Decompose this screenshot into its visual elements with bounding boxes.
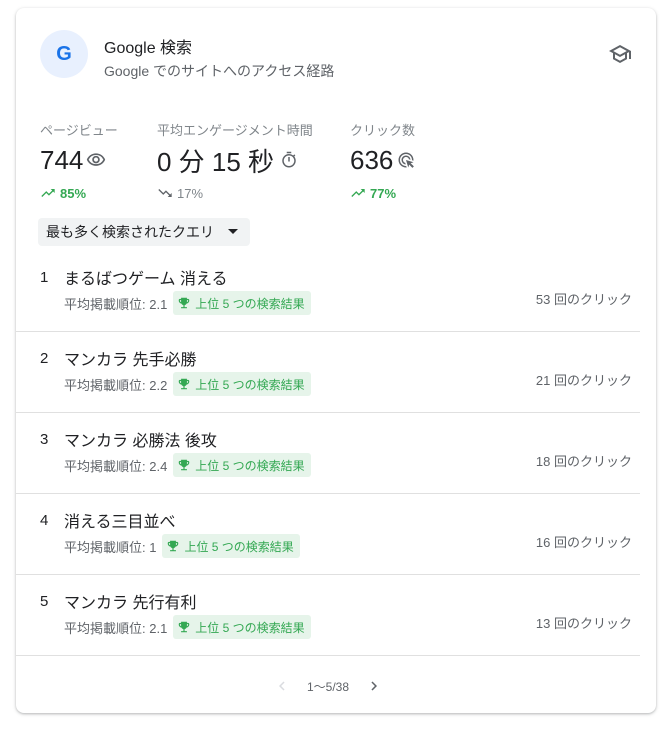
- trending-up-icon: [351, 189, 365, 197]
- top-results-badge: 上位 5 つの検索結果: [173, 372, 311, 396]
- top-results-badge: 上位 5 つの検索結果: [173, 291, 311, 315]
- metric-label: 平均エンゲージメント時間: [157, 123, 313, 138]
- top-results-badge: 上位 5 つの検索結果: [173, 453, 311, 477]
- metric-delta: 77%: [350, 185, 415, 201]
- metric-delta-value: 17%: [177, 185, 204, 201]
- list-item[interactable]: 5 マンカラ 先行有利 平均掲載順位: 2.1 上位 5 つの検索結果 13 回…: [16, 575, 640, 656]
- average-position: 平均掲載順位: 2.1: [64, 620, 168, 636]
- trending-up-icon: [41, 189, 55, 197]
- trophy-icon: [179, 378, 190, 390]
- query-position: 平均掲載順位: 2.2 上位 5 つの検索結果: [64, 372, 311, 396]
- metric-value-wrap: 0 分 15 秒: [157, 145, 313, 177]
- metric-pageviews: ページビュー 744 85%: [40, 120, 118, 201]
- query-sort-dropdown[interactable]: 最も多く検索されたクエリ: [38, 218, 250, 246]
- list-item[interactable]: 1 まるばつゲーム 消える 平均掲載順位: 2.1 上位 5 つの検索結果 53…: [16, 251, 640, 332]
- google-logo: G: [40, 30, 88, 78]
- chevron-right-icon: [371, 681, 378, 691]
- query-position: 平均掲載順位: 2.1 上位 5 つの検索結果: [64, 615, 311, 639]
- next-page-button[interactable]: [365, 677, 383, 695]
- metric-delta: 17%: [157, 185, 313, 201]
- query-clicks: 21 回のクリック: [535, 373, 632, 388]
- query-text: 消える三目並べ: [64, 514, 176, 531]
- query-list: 1 まるばつゲーム 消える 平均掲載順位: 2.1 上位 5 つの検索結果 53…: [16, 251, 640, 656]
- card-header: G Google 検索 Google でのサイトへのアクセス経路: [40, 30, 632, 80]
- query-text: マンカラ 先行有利: [64, 595, 197, 612]
- top-results-badge: 上位 5 つの検索結果: [162, 534, 300, 558]
- google-search-card: G Google 検索 Google でのサイトへのアクセス経路 ページビュー …: [16, 8, 656, 713]
- average-position: 平均掲載順位: 2.2: [64, 377, 168, 393]
- badge-label: 上位 5 つの検索結果: [195, 620, 305, 635]
- top-results-badge: 上位 5 つの検索結果: [173, 615, 311, 639]
- metric-delta-value: 77%: [370, 185, 397, 201]
- pagination-label: 1〜5/38: [306, 679, 350, 694]
- card-title: Google 検索: [104, 40, 193, 57]
- metric-engagement-time: 平均エンゲージメント時間 0 分 15 秒 17%: [157, 120, 313, 201]
- average-position: 平均掲載順位: 1: [64, 539, 157, 555]
- timer-icon: [282, 151, 296, 168]
- query-clicks: 18 回のクリック: [535, 454, 632, 469]
- metrics-row: ページビュー 744 85% 平均エンゲージメント時間 0 分 15 秒 17%…: [40, 120, 460, 202]
- query-position: 平均掲載順位: 2.4 上位 5 つの検索結果: [64, 453, 311, 477]
- pagination: 1〜5/38: [16, 672, 640, 700]
- query-rank: 3: [40, 431, 49, 448]
- query-clicks: 13 回のクリック: [535, 616, 632, 631]
- list-item[interactable]: 3 マンカラ 必勝法 後攻 平均掲載順位: 2.4 上位 5 つの検索結果 18…: [16, 413, 640, 494]
- metric-label: クリック数: [350, 123, 416, 138]
- previous-page-button[interactable]: [273, 677, 291, 695]
- chevron-left-icon: [278, 681, 285, 691]
- average-position: 平均掲載順位: 2.1: [64, 296, 168, 312]
- caret-down-icon: [228, 229, 238, 234]
- trophy-icon: [179, 459, 190, 471]
- metric-value: 0 分 15 秒: [157, 146, 275, 177]
- query-text: まるばつゲーム 消える: [64, 271, 228, 288]
- metric-value-wrap: 744: [40, 145, 118, 175]
- metric-delta: 85%: [40, 185, 118, 201]
- query-text: マンカラ 先手必勝: [64, 352, 197, 369]
- eye-icon: [87, 153, 106, 166]
- school-icon[interactable]: [608, 42, 632, 66]
- trending-down-icon: [158, 189, 172, 197]
- query-position: 平均掲載順位: 2.1 上位 5 つの検索結果: [64, 291, 311, 315]
- trophy-icon: [168, 540, 179, 552]
- list-item[interactable]: 2 マンカラ 先手必勝 平均掲載順位: 2.2 上位 5 つの検索結果 21 回…: [16, 332, 640, 413]
- badge-label: 上位 5 つの検索結果: [195, 377, 305, 392]
- metric-delta-value: 85%: [60, 185, 87, 201]
- metric-clicks: クリック数 636 77%: [350, 120, 415, 201]
- metric-value: 636: [350, 144, 394, 175]
- average-position: 平均掲載順位: 2.4: [64, 458, 168, 474]
- metric-label: ページビュー: [40, 123, 118, 138]
- query-rank: 4: [40, 512, 49, 529]
- trophy-icon: [179, 621, 190, 633]
- dropdown-label: 最も多く検索されたクエリ: [46, 224, 214, 240]
- badge-label: 上位 5 つの検索結果: [195, 296, 305, 311]
- trophy-icon: [179, 297, 190, 309]
- list-item[interactable]: 4 消える三目並べ 平均掲載順位: 1 上位 5 つの検索結果 16 回のクリッ…: [16, 494, 640, 575]
- query-clicks: 16 回のクリック: [535, 535, 632, 550]
- metric-value-wrap: 636: [350, 145, 415, 175]
- query-rank: 1: [40, 269, 49, 286]
- query-rank: 2: [40, 350, 49, 367]
- metric-value: 744: [40, 144, 84, 175]
- query-text: マンカラ 必勝法 後攻: [64, 433, 217, 450]
- query-clicks: 53 回のクリック: [535, 292, 632, 307]
- query-rank: 5: [40, 593, 49, 610]
- badge-label: 上位 5 つの検索結果: [184, 539, 294, 554]
- query-position: 平均掲載順位: 1 上位 5 つの検索結果: [64, 534, 300, 558]
- badge-label: 上位 5 つの検索結果: [195, 458, 305, 473]
- click-icon: [398, 152, 415, 168]
- card-subtitle: Google でのサイトへのアクセス経路: [104, 63, 335, 79]
